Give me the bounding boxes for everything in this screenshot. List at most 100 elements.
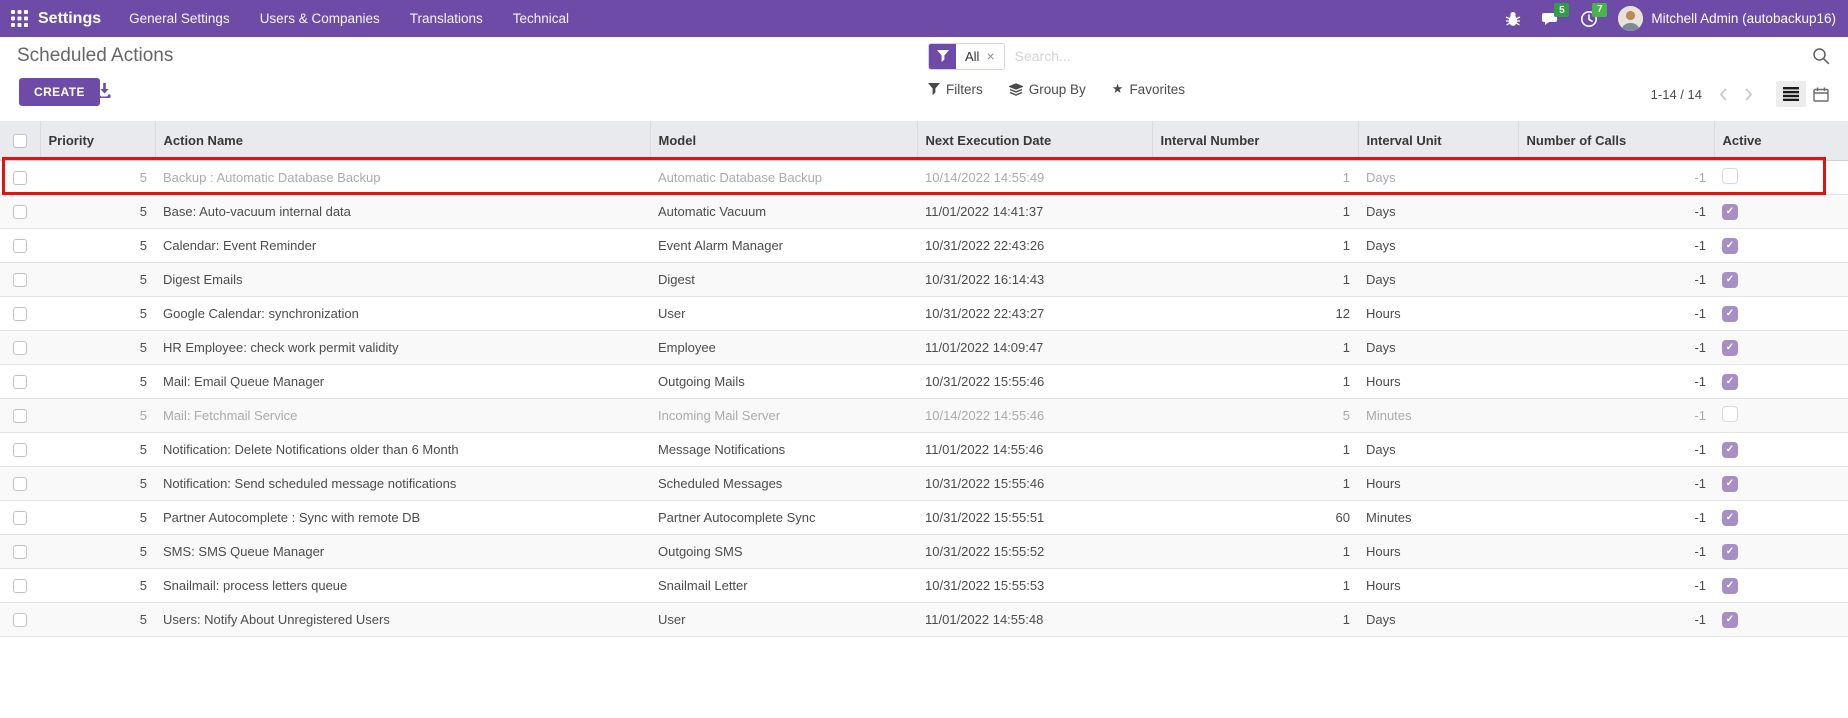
funnel-icon [928,83,940,95]
cell-priority: 5 [40,602,155,636]
header-priority[interactable]: Priority [40,121,155,160]
active-checkbox[interactable] [1722,168,1738,184]
cell-next-execution-date: 10/31/2022 15:55:46 [917,364,1152,398]
active-checkbox[interactable]: ✓ [1722,238,1738,254]
active-checkbox[interactable]: ✓ [1722,204,1738,220]
table-row[interactable]: 5 Digest Emails Digest 10/31/2022 16:14:… [0,262,1848,296]
favorites-dropdown[interactable]: ★ Favorites [1112,81,1185,97]
cell-interval-number: 60 [1152,500,1358,534]
row-select-checkbox[interactable] [13,613,27,627]
pager-previous-icon[interactable] [1716,88,1731,101]
menu-translations[interactable]: Translations [410,11,483,26]
pager-next-icon[interactable] [1741,88,1756,101]
user-menu[interactable]: Mitchell Admin (autobackup16) [1618,6,1836,31]
select-all-checkbox[interactable] [13,134,27,148]
active-checkbox[interactable]: ✓ [1722,578,1738,594]
search-icon[interactable] [1812,47,1830,65]
cell-interval-unit: Days [1358,330,1518,364]
cell-interval-number: 1 [1152,194,1358,228]
header-interval-number[interactable]: Interval Number [1152,121,1358,160]
row-select-checkbox[interactable] [13,375,27,389]
active-checkbox[interactable]: ✓ [1722,442,1738,458]
apps-menu-icon[interactable] [0,0,38,37]
table-row[interactable]: 5 Mail: Email Queue Manager Outgoing Mai… [0,364,1848,398]
active-checkbox[interactable]: ✓ [1722,510,1738,526]
table-row[interactable]: 5 HR Employee: check work permit validit… [0,330,1848,364]
table-row[interactable]: 5 Partner Autocomplete : Sync with remot… [0,500,1848,534]
cell-interval-number: 1 [1152,602,1358,636]
row-select-checkbox[interactable] [13,273,27,287]
cell-model: Digest [650,262,917,296]
cell-number-of-calls: -1 [1518,194,1714,228]
row-select-checkbox[interactable] [13,307,27,321]
header-interval-unit[interactable]: Interval Unit [1358,121,1518,160]
active-checkbox[interactable]: ✓ [1722,272,1738,288]
table-row[interactable]: 5 Notification: Send scheduled message n… [0,466,1848,500]
menu-general-settings[interactable]: General Settings [129,11,230,26]
debug-bug-icon[interactable] [1505,11,1521,27]
calendar-view-button[interactable] [1806,81,1836,107]
search-input[interactable] [1005,48,1812,64]
list-view-button[interactable] [1776,81,1806,107]
cell-interval-number: 1 [1152,364,1358,398]
cell-action-name: Digest Emails [155,262,650,296]
row-select-checkbox[interactable] [13,205,27,219]
cell-interval-unit: Days [1358,262,1518,296]
create-button[interactable]: CREATE [19,78,100,106]
table-row[interactable]: 5 SMS: SMS Queue Manager Outgoing SMS 10… [0,534,1848,568]
table-row[interactable]: 5 Notification: Delete Notifications old… [0,432,1848,466]
table-header-row: Priority Action Name Model Next Executio… [0,121,1848,160]
active-checkbox[interactable] [1722,406,1738,422]
header-number-of-calls[interactable]: Number of Calls [1518,121,1714,160]
row-select-checkbox[interactable] [13,409,27,423]
table-row[interactable]: 5 Base: Auto-vacuum internal data Automa… [0,194,1848,228]
header-action-name[interactable]: Action Name [155,121,650,160]
active-checkbox[interactable]: ✓ [1722,374,1738,390]
active-checkbox[interactable]: ✓ [1722,340,1738,356]
cell-priority: 5 [40,568,155,602]
user-name: Mitchell Admin (autobackup16) [1651,11,1836,26]
table-row[interactable]: 5 Backup : Automatic Database Backup Aut… [0,160,1848,194]
cell-priority: 5 [40,228,155,262]
table-row[interactable]: 5 Snailmail: process letters queue Snail… [0,568,1848,602]
grid-icon [11,10,28,27]
activities-clock-icon[interactable]: 7 [1580,10,1598,28]
header-active[interactable]: Active [1714,121,1848,160]
cell-next-execution-date: 10/31/2022 15:55:51 [917,500,1152,534]
row-select-checkbox[interactable] [13,239,27,253]
active-checkbox[interactable]: ✓ [1722,476,1738,492]
active-checkbox[interactable]: ✓ [1722,306,1738,322]
row-select-checkbox[interactable] [13,579,27,593]
menu-users-companies[interactable]: Users & Companies [260,11,380,26]
messages-icon[interactable]: 5 [1541,10,1560,27]
cell-interval-number: 1 [1152,262,1358,296]
table-row[interactable]: 5 Mail: Fetchmail Service Incoming Mail … [0,398,1848,432]
filters-dropdown[interactable]: Filters [928,82,983,97]
cell-action-name: Calendar: Event Reminder [155,228,650,262]
cell-model: Event Alarm Manager [650,228,917,262]
table-row[interactable]: 5 Google Calendar: synchronization User … [0,296,1848,330]
active-checkbox[interactable]: ✓ [1722,612,1738,628]
export-icon[interactable] [96,82,113,99]
row-select-checkbox[interactable] [13,545,27,559]
cell-number-of-calls: -1 [1518,228,1714,262]
menu-technical[interactable]: Technical [513,11,569,26]
app-name[interactable]: Settings [38,10,101,28]
cell-priority: 5 [40,432,155,466]
cell-priority: 5 [40,398,155,432]
cell-interval-number: 12 [1152,296,1358,330]
row-select-checkbox[interactable] [13,477,27,491]
header-model[interactable]: Model [650,121,917,160]
table-row[interactable]: 5 Calendar: Event Reminder Event Alarm M… [0,228,1848,262]
group-by-label: Group By [1029,82,1086,97]
facet-close-icon[interactable]: × [986,49,994,63]
table-row[interactable]: 5 Users: Notify About Unregistered Users… [0,602,1848,636]
group-by-dropdown[interactable]: Group By [1009,82,1086,97]
row-select-checkbox[interactable] [13,443,27,457]
row-select-checkbox[interactable] [13,511,27,525]
row-select-checkbox[interactable] [13,341,27,355]
header-next-execution-date[interactable]: Next Execution Date [917,121,1152,160]
active-checkbox[interactable]: ✓ [1722,544,1738,560]
cell-model: Automatic Database Backup [650,160,917,194]
row-select-checkbox[interactable] [13,171,27,185]
